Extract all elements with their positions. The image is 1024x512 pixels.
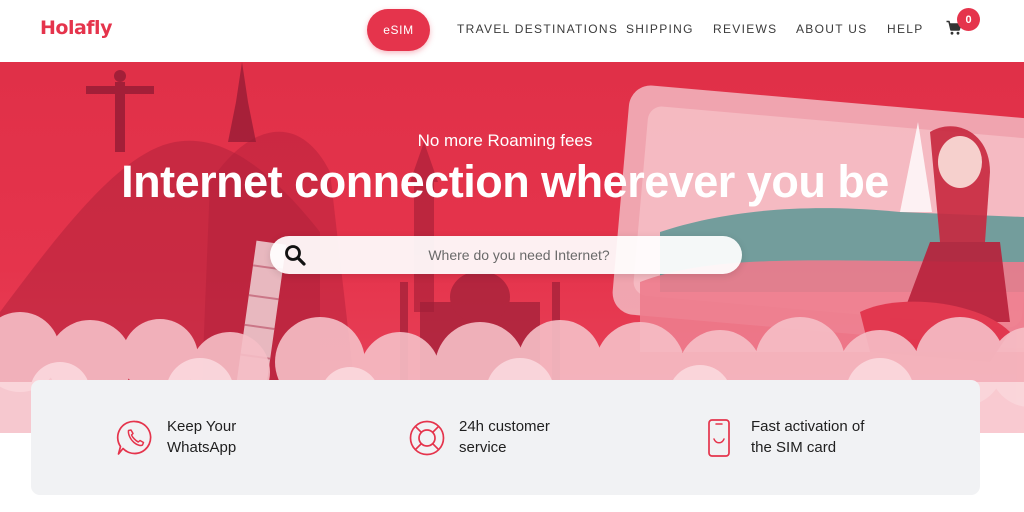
hero-subtitle: No more Roaming fees (417, 131, 593, 150)
nav-help[interactable]: HELP (887, 22, 924, 36)
holafly-logo[interactable]: Holafly (40, 17, 112, 39)
nav-shipping[interactable]: SHIPPING (626, 22, 694, 36)
hero-title: Internet connection wherever you be (121, 156, 889, 207)
feature-line-2: service (459, 439, 507, 456)
whatsapp-icon (115, 418, 155, 458)
search-icon[interactable] (284, 244, 306, 266)
hero-banner: No more Roaming fees Internet connection… (0, 62, 1024, 433)
phone-sim-icon (699, 418, 739, 458)
feature-line-2: the SIM card (751, 439, 837, 456)
feature-line-2: WhatsApp (167, 439, 237, 456)
nav-esim-button[interactable]: eSIM (367, 9, 430, 51)
nav-reviews[interactable]: REVIEWS (713, 22, 777, 36)
feature-line-1: Keep Your (167, 418, 237, 435)
nav-travel-destinations[interactable]: TRAVEL DESTINATIONS (457, 22, 618, 36)
lifebuoy-icon (407, 418, 447, 458)
destination-search-input[interactable] (314, 236, 724, 274)
feature-line-1: Fast activation of (751, 418, 865, 435)
features-card: Keep Your WhatsApp 24h customer service (31, 380, 980, 495)
nav-about-us[interactable]: ABOUT US (796, 22, 868, 36)
cart-count-badge[interactable]: 0 (957, 8, 980, 31)
destination-search-bar[interactable] (270, 236, 742, 274)
site-header: Holafly eSIM TRAVEL DESTINATIONS SHIPPIN… (0, 0, 1024, 62)
feature-line-1: 24h customer (459, 418, 550, 435)
